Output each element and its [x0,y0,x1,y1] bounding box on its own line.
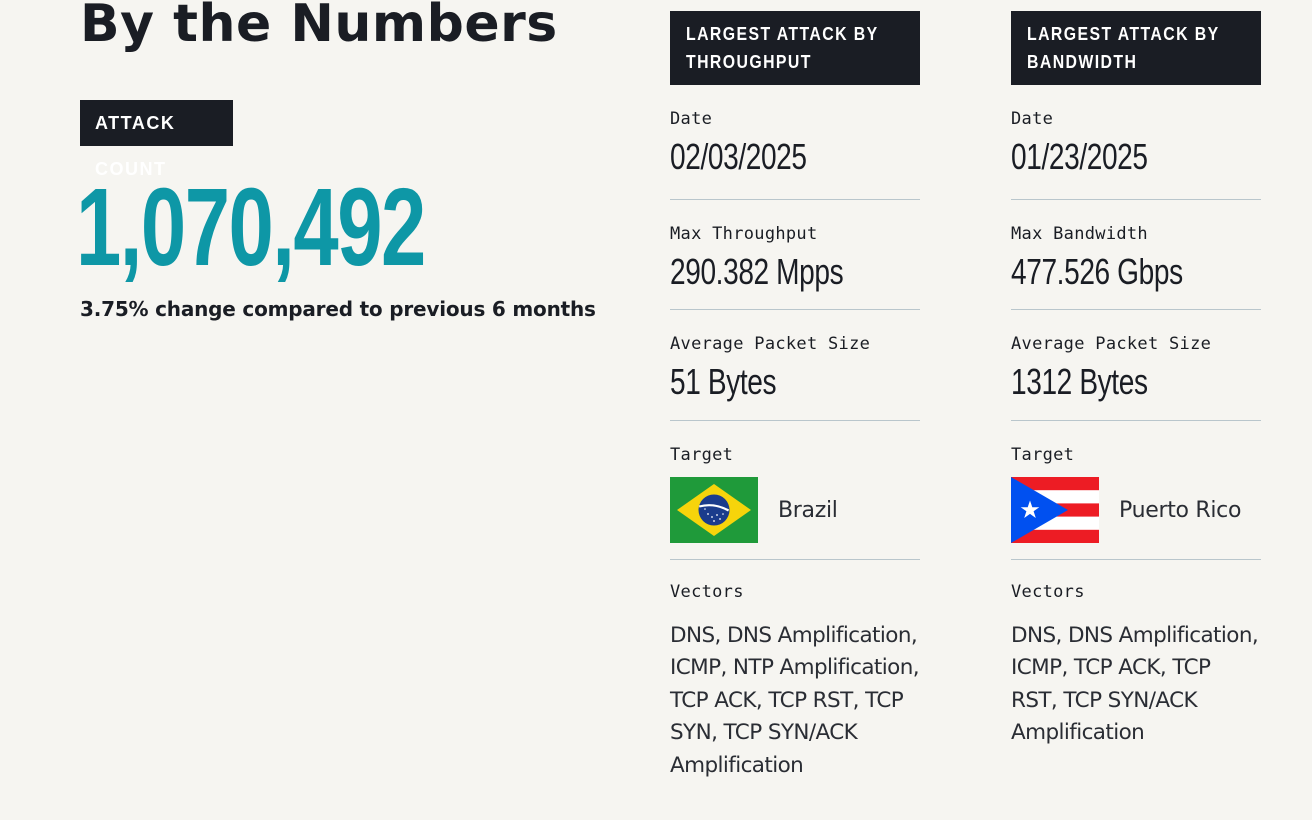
throughput-vectors-field: Vectors DNS, DNS Amplification, ICMP, NT… [670,560,920,782]
bandwidth-card: LARGEST ATTACK BY BANDWIDTH Date 01/23/2… [1011,11,1261,750]
attack-count-tag: ATTACK COUNT [80,100,233,179]
bandwidth-avg-field: Average Packet Size 1312 Bytes [1011,310,1261,421]
throughput-heading-line2: THROUGHPUT [686,52,812,72]
bandwidth-target-row: Puerto Rico [1011,477,1261,543]
bandwidth-target-label: Target [1011,445,1075,465]
attack-count-change: 3.75% change compared to previous 6 mont… [80,297,596,321]
bandwidth-avg-label: Average Packet Size [1011,334,1212,354]
throughput-vectors-value: DNS, DNS Amplification, ICMP, NTP Amplif… [670,623,920,778]
throughput-avg-label: Average Packet Size [670,334,871,354]
bandwidth-max-value: 477.526 Gbps [1011,251,1183,292]
attack-count-value: 1,070,492 [76,166,426,289]
bandwidth-target-field: Target Puerto Rico [1011,421,1261,560]
throughput-target-row: Brazil [670,477,920,543]
bandwidth-heading-line2: BANDWIDTH [1027,52,1138,72]
throughput-target-country: Brazil [778,497,838,523]
brazil-flag-icon [670,477,758,543]
throughput-target-field: Target Brazil [670,421,920,560]
throughput-max-value: 290.382 Mpps [670,251,844,292]
bandwidth-target-country: Puerto Rico [1119,497,1242,523]
bandwidth-date-label: Date [1011,109,1054,129]
bandwidth-heading-line1: LARGEST ATTACK BY [1027,24,1220,44]
throughput-date-value: 02/03/2025 [670,136,807,177]
bandwidth-avg-value: 1312 Bytes [1011,361,1148,402]
throughput-vectors-label: Vectors [670,582,744,602]
puerto-rico-flag-icon [1011,477,1099,543]
bandwidth-date-field: Date 01/23/2025 [1011,85,1261,200]
bandwidth-date-value: 01/23/2025 [1011,136,1148,177]
bandwidth-max-label: Max Bandwidth [1011,224,1148,244]
bandwidth-vectors-label: Vectors [1011,582,1085,602]
throughput-date-field: Date 02/03/2025 [670,85,920,200]
throughput-card: LARGEST ATTACK BY THROUGHPUT Date 02/03/… [670,11,920,782]
throughput-target-label: Target [670,445,734,465]
throughput-max-label: Max Throughput [670,224,818,244]
page-title: By the Numbers [80,0,558,54]
throughput-max-field: Max Throughput 290.382 Mpps [670,200,920,310]
throughput-heading: LARGEST ATTACK BY THROUGHPUT [670,11,920,85]
throughput-date-label: Date [670,109,713,129]
bandwidth-heading: LARGEST ATTACK BY BANDWIDTH [1011,11,1261,85]
throughput-avg-field: Average Packet Size 51 Bytes [670,310,920,421]
bandwidth-vectors-value: DNS, DNS Amplification, ICMP, TCP ACK, T… [1011,623,1259,746]
throughput-avg-value: 51 Bytes [670,361,777,402]
bandwidth-vectors-field: Vectors DNS, DNS Amplification, ICMP, TC… [1011,560,1261,750]
throughput-heading-line1: LARGEST ATTACK BY [686,24,879,44]
bandwidth-max-field: Max Bandwidth 477.526 Gbps [1011,200,1261,310]
